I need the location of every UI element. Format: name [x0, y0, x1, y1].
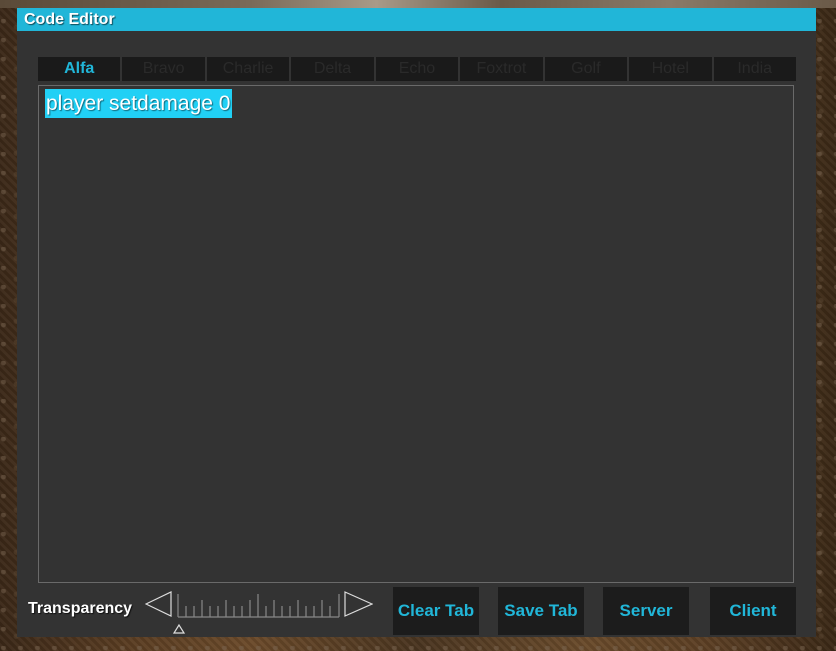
tab-alfa[interactable]: Alfa: [38, 57, 121, 81]
tab-charlie[interactable]: Charlie: [206, 57, 290, 81]
tab-delta[interactable]: Delta: [291, 57, 374, 81]
code-line-selected: player setdamage 0: [45, 89, 233, 118]
tab-india[interactable]: India: [713, 57, 796, 81]
triangle-left-icon[interactable]: [145, 591, 172, 617]
slider-track: [177, 594, 340, 618]
transparency-label: Transparency: [28, 600, 133, 617]
client-button[interactable]: Client: [710, 587, 796, 635]
background-frame: [0, 0, 836, 8]
server-button[interactable]: Server: [603, 587, 689, 635]
tab-foxtrot[interactable]: Foxtrot: [460, 57, 543, 81]
slider-thumb-icon[interactable]: [172, 623, 186, 634]
triangle-right-icon[interactable]: [344, 591, 373, 617]
transparency-slider[interactable]: [145, 588, 373, 636]
code-textarea[interactable]: player setdamage 0: [38, 85, 794, 583]
save-tab-button[interactable]: Save Tab: [498, 587, 584, 635]
tab-echo[interactable]: Echo: [375, 57, 459, 81]
code-editor-window: Code Editor Alfa Bravo Charlie Delta Ech…: [17, 8, 816, 637]
clear-tab-button[interactable]: Clear Tab: [393, 587, 479, 635]
tab-bar: Alfa Bravo Charlie Delta Echo Foxtrot Go…: [38, 57, 796, 81]
tab-hotel[interactable]: Hotel: [629, 57, 712, 81]
tab-golf[interactable]: Golf: [544, 57, 628, 81]
window-title[interactable]: Code Editor: [17, 8, 816, 31]
tab-bravo[interactable]: Bravo: [122, 57, 205, 81]
